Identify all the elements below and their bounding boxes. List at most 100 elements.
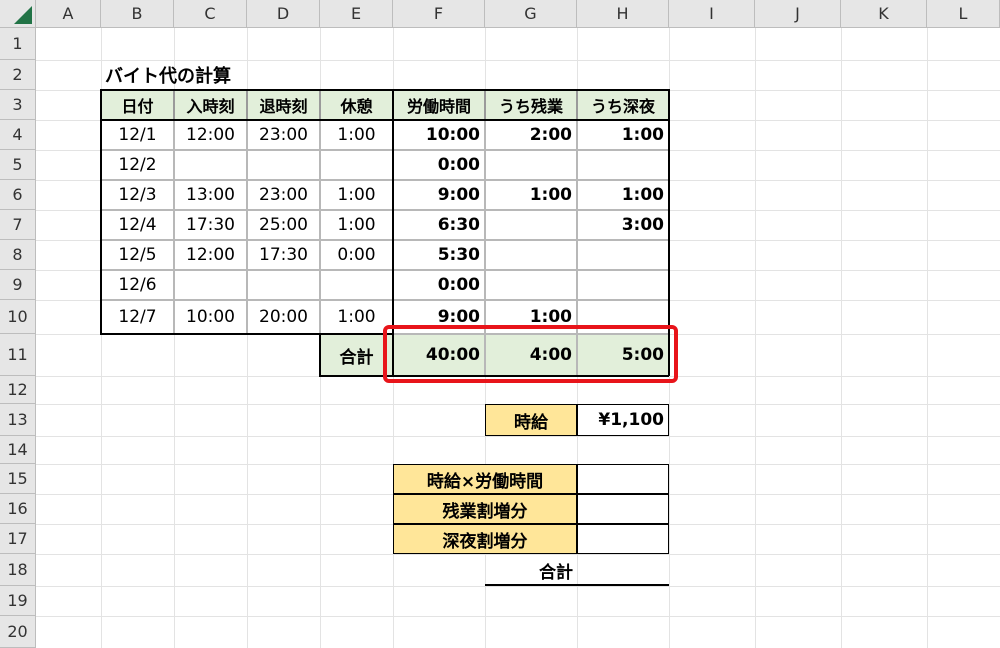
column-header-g[interactable]: G (485, 0, 577, 28)
row-header-15[interactable]: 15 (0, 464, 36, 494)
table-header-cell[interactable]: うち深夜 (577, 90, 669, 120)
row-header-3[interactable]: 3 (0, 90, 36, 120)
table-cell[interactable] (247, 270, 320, 300)
table-cell[interactable] (320, 270, 393, 300)
table-cell[interactable]: 6:30 (393, 210, 485, 240)
column-header-e[interactable]: E (320, 0, 393, 28)
table-cell[interactable] (320, 150, 393, 180)
column-header-l[interactable]: L (927, 0, 1000, 28)
table-cell[interactable]: 2:00 (485, 120, 577, 150)
column-header-f[interactable]: F (393, 0, 485, 28)
column-header-j[interactable]: J (755, 0, 841, 28)
column-header-b[interactable]: B (101, 0, 174, 28)
wage-value[interactable]: ¥1,100 (577, 404, 669, 436)
table-cell[interactable] (485, 210, 577, 240)
table-cell[interactable]: 3:00 (577, 210, 669, 240)
wage-label[interactable]: 時給 (485, 404, 577, 436)
table-cell[interactable]: 12/1 (101, 120, 174, 150)
row-header-10[interactable]: 10 (0, 300, 36, 334)
row-header-2[interactable]: 2 (0, 60, 36, 90)
row-header-16[interactable]: 16 (0, 494, 36, 524)
row-header-1[interactable]: 1 (0, 28, 36, 60)
table-cell[interactable]: 17:30 (247, 240, 320, 270)
table-cell[interactable]: 12/7 (101, 300, 174, 334)
row-header-4[interactable]: 4 (0, 120, 36, 150)
table-cell[interactable] (174, 270, 247, 300)
table-cell[interactable] (174, 150, 247, 180)
table-cell[interactable]: 1:00 (320, 120, 393, 150)
table-cell[interactable]: 12/3 (101, 180, 174, 210)
table-cell[interactable] (485, 270, 577, 300)
table-cell[interactable]: 12/6 (101, 270, 174, 300)
column-header-a[interactable]: A (36, 0, 101, 28)
table-cell[interactable]: 1:00 (577, 180, 669, 210)
row-header-20[interactable]: 20 (0, 616, 36, 648)
table-header-cell[interactable]: 労働時間 (393, 90, 485, 120)
row-header-5[interactable]: 5 (0, 150, 36, 180)
table-cell[interactable]: 0:00 (393, 150, 485, 180)
column-header-i[interactable]: I (669, 0, 755, 28)
table-cell[interactable] (577, 240, 669, 270)
table-header-cell[interactable]: 日付 (101, 90, 174, 120)
table-cell[interactable]: 12:00 (174, 240, 247, 270)
table-cell[interactable]: 25:00 (247, 210, 320, 240)
calc-label[interactable]: 時給×労働時間 (393, 464, 577, 494)
table-cell[interactable]: 13:00 (174, 180, 247, 210)
calc-value[interactable] (577, 524, 669, 554)
table-header-cell[interactable]: うち残業 (485, 90, 577, 120)
column-header-h[interactable]: H (577, 0, 669, 28)
calc-value[interactable] (577, 464, 669, 494)
table-cell[interactable]: 12/4 (101, 210, 174, 240)
table-cell[interactable]: 0:00 (393, 270, 485, 300)
table-header-cell[interactable]: 退時刻 (247, 90, 320, 120)
table-header-cell[interactable]: 休憩 (320, 90, 393, 120)
table-header-cell[interactable]: 入時刻 (174, 90, 247, 120)
row-header-19[interactable]: 19 (0, 586, 36, 616)
row-header-9[interactable]: 9 (0, 270, 36, 300)
row-header-18[interactable]: 18 (0, 554, 36, 586)
row-header-7[interactable]: 7 (0, 210, 36, 240)
sheet-title[interactable]: バイト代の計算 (105, 60, 305, 90)
table-cell[interactable] (485, 150, 577, 180)
table-cell[interactable]: 9:00 (393, 180, 485, 210)
column-header-d[interactable]: D (247, 0, 320, 28)
table-cell[interactable]: 5:30 (393, 240, 485, 270)
table-cell[interactable]: 1:00 (320, 180, 393, 210)
table-cell[interactable]: 10:00 (174, 300, 247, 334)
calc-label[interactable]: 深夜割増分 (393, 524, 577, 554)
table-cell[interactable] (577, 270, 669, 300)
row-header-11[interactable]: 11 (0, 334, 36, 376)
table-cell[interactable]: 20:00 (247, 300, 320, 334)
table-cell[interactable] (485, 240, 577, 270)
row-header-8[interactable]: 8 (0, 240, 36, 270)
table-cell[interactable]: 17:30 (174, 210, 247, 240)
totals-highlight-box (383, 325, 678, 383)
table-header-underline (100, 119, 669, 121)
calc-value[interactable] (577, 494, 669, 524)
table-cell[interactable]: 1:00 (320, 300, 393, 334)
select-all-triangle-icon (14, 6, 32, 24)
table-cell[interactable]: 0:00 (320, 240, 393, 270)
table-cell[interactable] (247, 150, 320, 180)
table-cell[interactable] (577, 150, 669, 180)
row-header-14[interactable]: 14 (0, 436, 36, 464)
table-cell[interactable]: 1:00 (485, 180, 577, 210)
table-cell[interactable]: 12/2 (101, 150, 174, 180)
row-header-17[interactable]: 17 (0, 524, 36, 554)
table-cell[interactable]: 1:00 (320, 210, 393, 240)
row-header-13[interactable]: 13 (0, 404, 36, 436)
calc-total-value[interactable] (577, 554, 669, 586)
table-cell[interactable]: 12:00 (174, 120, 247, 150)
select-all-corner[interactable] (0, 0, 36, 28)
row-header-6[interactable]: 6 (0, 180, 36, 210)
table-cell[interactable]: 23:00 (247, 180, 320, 210)
column-header-k[interactable]: K (841, 0, 927, 28)
row-header-12[interactable]: 12 (0, 376, 36, 404)
column-header-c[interactable]: C (174, 0, 247, 28)
table-cell[interactable]: 23:00 (247, 120, 320, 150)
calc-label[interactable]: 残業割増分 (393, 494, 577, 524)
table-cell[interactable]: 10:00 (393, 120, 485, 150)
calc-total-label[interactable]: 合計 (485, 554, 577, 586)
table-cell[interactable]: 12/5 (101, 240, 174, 270)
table-cell[interactable]: 1:00 (577, 120, 669, 150)
